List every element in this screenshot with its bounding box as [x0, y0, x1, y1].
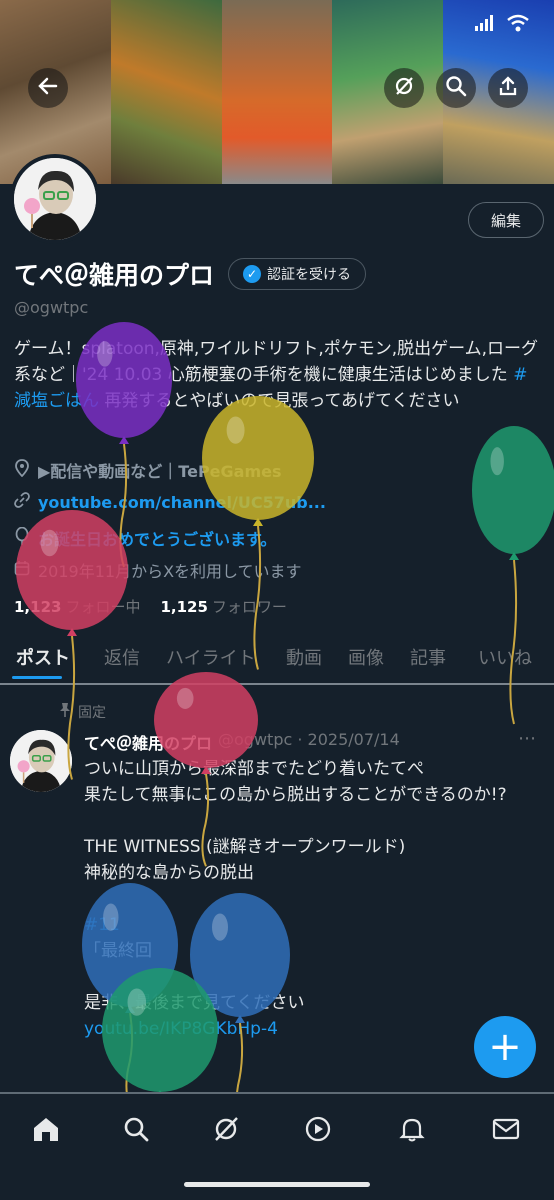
post-line: 是非、最後まで見てください	[84, 993, 305, 1013]
active-tab-indicator	[12, 676, 62, 679]
following-label: フォロー中	[65, 598, 141, 616]
location-line: ▶配信や動画など｜TePeGames	[14, 458, 282, 482]
post-line	[84, 808, 534, 834]
post-body[interactable]: ついに山頂から最深部までたどり着いたてぺ 果たして無事にこの島から脱出することが…	[84, 756, 534, 1042]
post-author-avatar[interactable]	[10, 730, 72, 792]
nav-messages[interactable]	[486, 1112, 526, 1152]
following-link[interactable]: 1,123 フォロー中	[14, 596, 140, 617]
mail-icon	[492, 1117, 520, 1148]
signal-icon	[474, 14, 496, 37]
birthday-line: お誕生日おめでとうございます。	[14, 526, 276, 550]
bio: ゲーム！splatoon,原神,ワイルドリフト,ポケモン,脱出ゲーム,ローグ系な…	[14, 336, 544, 414]
website-link[interactable]: youtube.com/channel/UC57ub...	[38, 493, 326, 512]
profile-avatar[interactable]	[10, 154, 100, 244]
nav-video[interactable]	[298, 1112, 338, 1152]
handle: @ogwtpc	[14, 298, 89, 317]
profile-tabs: ポスト 返信 ハイライト 動画 画像 記事 いいね	[0, 640, 554, 680]
location-text: ▶配信や動画など｜TePeGames	[38, 462, 282, 481]
joined-text: 2019年11月からXを利用しています	[38, 562, 302, 581]
display-name: てぺ＠雑用のプロ	[14, 261, 215, 290]
wifi-icon	[506, 14, 530, 37]
tab-videos[interactable]: 動画	[286, 640, 322, 670]
slash-circle-icon	[393, 75, 415, 102]
search-icon	[445, 75, 467, 102]
bell-icon	[398, 1115, 426, 1150]
banner-segment	[110, 0, 222, 184]
plus-icon: +	[488, 1024, 522, 1070]
more-icon: ⋯	[518, 728, 536, 749]
search-icon	[122, 1115, 150, 1150]
post-line: THE WITNESS (謎解きオープンワールド)	[84, 837, 406, 857]
location-pin-icon	[14, 459, 30, 481]
post-line: 「最終回	[84, 941, 152, 961]
search-button[interactable]	[436, 68, 476, 108]
banner-segment	[221, 0, 333, 184]
balloon-icon	[14, 526, 30, 549]
status-bar	[474, 14, 530, 37]
pinned-label: 固定	[58, 702, 106, 722]
followers-count: 1,125	[160, 598, 208, 616]
pinned-text: 固定	[78, 705, 106, 721]
follow-stats: 1,123 フォロー中 1,125 フォロワー	[14, 596, 287, 617]
post-line	[84, 964, 534, 990]
tab-posts[interactable]: ポスト	[16, 640, 70, 670]
nav-notifications[interactable]	[392, 1112, 432, 1152]
tab-highlights[interactable]: ハイライト	[166, 640, 256, 670]
pin-icon	[58, 702, 72, 722]
tab-likes[interactable]: いいね	[478, 640, 532, 670]
arrow-left-icon	[37, 75, 59, 102]
calendar-icon	[14, 560, 30, 580]
tab-articles[interactable]: 記事	[410, 640, 446, 670]
post-line: 神秘的な島からの脱出	[84, 863, 254, 883]
tab-media[interactable]: 画像	[348, 640, 384, 670]
tab-replies[interactable]: 返信	[104, 640, 140, 670]
edit-profile-button[interactable]: 編集	[468, 202, 544, 238]
grok-icon	[211, 1114, 241, 1151]
post-author-meta: @ogwtpc · 2025/07/14	[218, 730, 400, 749]
post-line: 果たして無事にこの島から脱出することができるのか!?	[84, 785, 507, 805]
post-link[interactable]: youtu.be/IKP8GKbHp-4	[84, 1016, 534, 1042]
get-verified-button[interactable]: ✓ 認証を受ける	[228, 258, 367, 290]
post-header: てぺ＠雑用のプロ @ogwtpc · 2025/07/14	[84, 730, 400, 754]
website-line: youtube.com/channel/UC57ub...	[14, 492, 326, 512]
post-more-button[interactable]: ⋯	[518, 728, 536, 749]
avatar-illustration	[14, 158, 96, 240]
bio-text: ゲーム！splatoon,原神,ワイルドリフト,ポケモン,脱出ゲーム,ローグ系な…	[14, 339, 539, 385]
avatar-illustration	[10, 730, 72, 792]
post-line: ついに山頂から最深部までたどり着いたてぺ	[84, 759, 424, 779]
post-line	[84, 886, 534, 912]
post-author-name[interactable]: てぺ＠雑用のプロ	[84, 730, 212, 754]
bio-text: 再発するとやばいので見張ってあげてください	[99, 391, 460, 411]
post-hashtag-link[interactable]: #11	[84, 912, 534, 938]
share-icon	[497, 75, 519, 102]
share-button[interactable]	[488, 68, 528, 108]
verified-check-icon: ✓	[243, 265, 262, 283]
back-button[interactable]	[28, 68, 68, 108]
birthday-text[interactable]: お誕生日おめでとうございます。	[38, 526, 276, 550]
grok-button[interactable]	[384, 68, 424, 108]
nav-home[interactable]	[26, 1112, 66, 1152]
nav-grok[interactable]	[206, 1112, 246, 1152]
home-icon	[31, 1115, 61, 1150]
nav-search[interactable]	[116, 1112, 156, 1152]
tabs-divider	[0, 683, 554, 685]
home-indicator	[184, 1182, 370, 1187]
name-row: てぺ＠雑用のプロ ✓ 認証を受ける	[14, 256, 367, 292]
followers-label: フォロワー	[211, 598, 287, 616]
following-count: 1,123	[14, 598, 62, 616]
link-icon	[14, 492, 30, 512]
followers-link[interactable]: 1,125 フォロワー	[160, 596, 286, 617]
joined-line: 2019年11月からXを利用しています	[14, 558, 302, 582]
play-icon	[304, 1115, 332, 1150]
compose-post-button[interactable]: +	[474, 1016, 536, 1078]
verify-label: 認証を受ける	[267, 267, 352, 283]
